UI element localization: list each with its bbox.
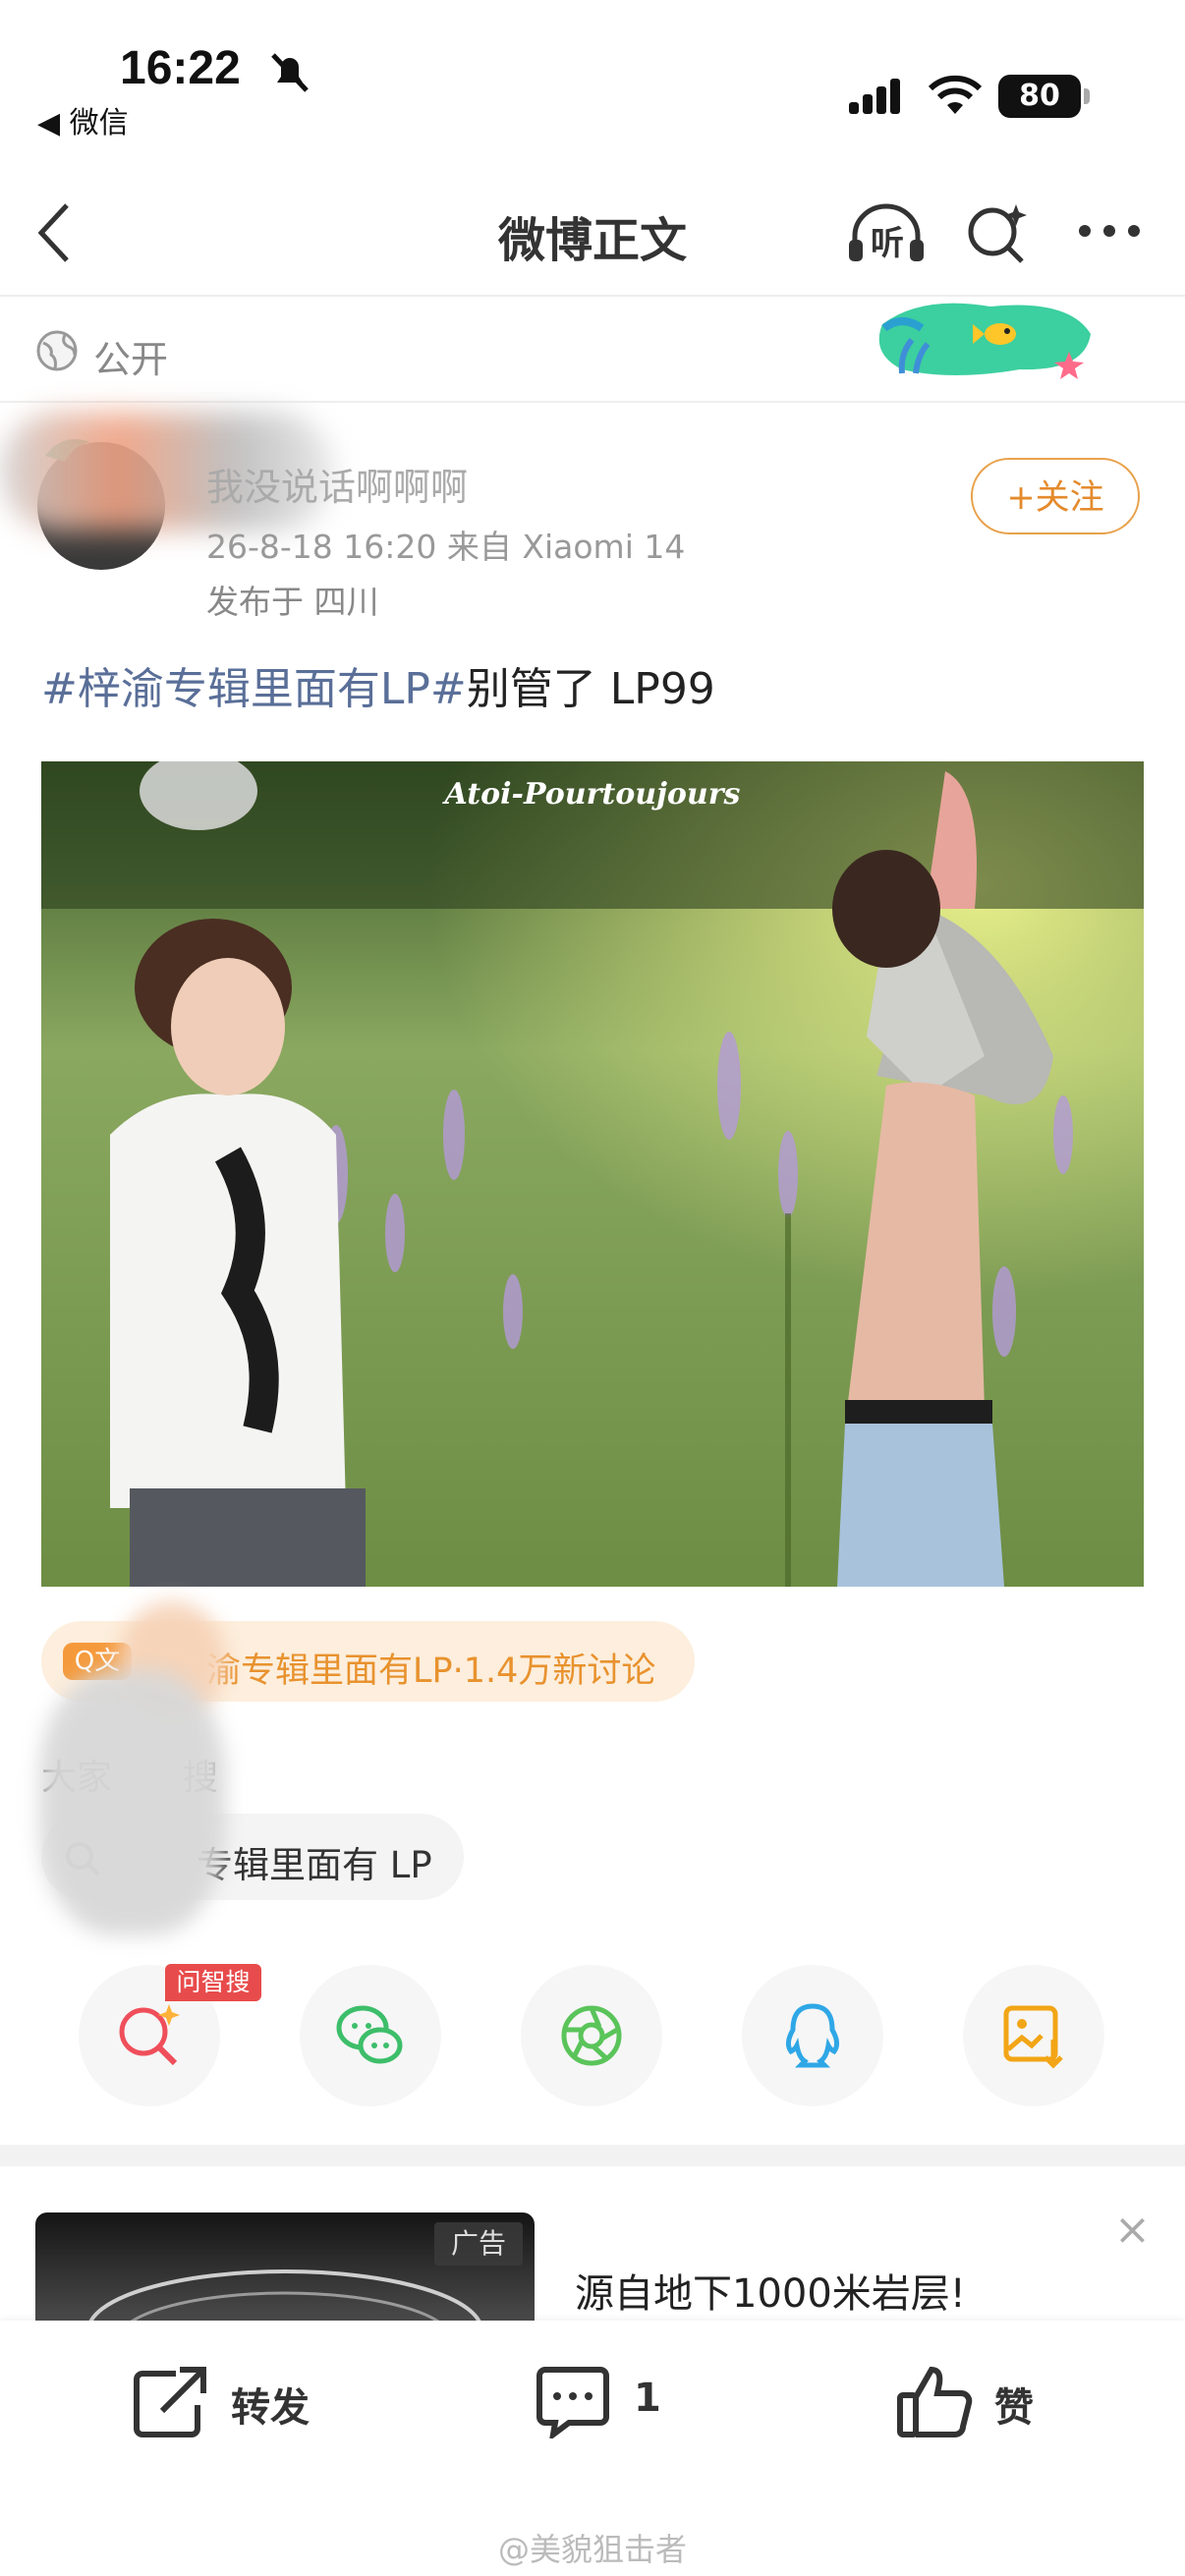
repost-label: 转发 xyxy=(231,2385,310,2431)
qq-icon xyxy=(785,2003,840,2068)
thumbs-up-icon xyxy=(897,2366,973,2437)
footer-watermark: @美貌狙击者 xyxy=(497,2531,687,2568)
post-photo xyxy=(41,761,1144,1587)
listen-button[interactable]: 听 xyxy=(847,202,926,265)
ad-badge: 广告 xyxy=(434,2222,523,2266)
image-watermark: Atoi-Pourtoujours xyxy=(444,777,741,812)
repost-button[interactable]: 转发 xyxy=(133,2358,329,2446)
ai-search-icon[interactable] xyxy=(965,200,1030,265)
username[interactable]: 我没说话啊啊啊 xyxy=(206,457,468,511)
status-time: 16:22 xyxy=(120,42,241,94)
signal-icon xyxy=(849,79,900,114)
listen-label: 听 xyxy=(871,224,904,263)
ai-search-share-icon xyxy=(119,2004,180,2066)
repost-icon xyxy=(134,2367,206,2437)
share-qq[interactable] xyxy=(742,1965,883,2106)
post-body: 别管了 LP99 xyxy=(466,664,715,714)
moments-icon xyxy=(561,2005,622,2066)
more-icon[interactable] xyxy=(1077,220,1142,242)
topic-text[interactable]: 渝专辑里面有LP·1.4万新讨论 xyxy=(206,1643,655,1693)
comment-count: 1 xyxy=(634,2376,661,2421)
battery-indicator: 80 xyxy=(998,75,1090,118)
like-label: 赞 xyxy=(994,2385,1034,2431)
follow-button[interactable]: +关注 xyxy=(971,458,1140,534)
save-image-icon xyxy=(1003,2005,1063,2069)
post-meta: 26-8-18 16:20 来自 Xiaomi 14 xyxy=(206,528,686,566)
post-location: 发布于 四川 xyxy=(206,583,379,621)
mosaic-patch xyxy=(39,1670,226,1935)
comment-icon xyxy=(536,2367,609,2438)
comment-button[interactable]: 1 xyxy=(536,2358,673,2446)
suggested-search-text[interactable]: 专辑里面有 LP xyxy=(197,1835,432,1888)
visibility-divider xyxy=(0,401,1185,403)
wechat-icon xyxy=(336,2005,403,2064)
post-image[interactable]: Atoi-Pourtoujours xyxy=(41,761,1144,1587)
ad-headline[interactable]: 源自地下1000米岩层! xyxy=(575,2262,966,2319)
visibility-label: 公开 xyxy=(93,338,169,381)
section-separator xyxy=(0,2145,1185,2166)
globe-icon xyxy=(36,330,78,371)
ask-search-badge: 问智搜 xyxy=(165,1964,261,2001)
post-text: #梓渝专辑里面有LP#别管了 LP99 xyxy=(41,653,715,716)
back-to-wechat[interactable]: ◀ 微信 xyxy=(37,98,129,141)
bell-muted-icon xyxy=(271,53,309,92)
share-wechat[interactable] xyxy=(300,1965,441,2106)
like-button[interactable]: 赞 xyxy=(896,2358,1053,2446)
save-image[interactable] xyxy=(963,1965,1104,2106)
wifi-icon xyxy=(928,75,983,114)
ad-close-button[interactable]: × xyxy=(1114,2205,1151,2255)
aquarium-decoration-icon xyxy=(878,303,1091,379)
hashtag-link[interactable]: #梓渝专辑里面有LP# xyxy=(41,664,467,714)
share-moments[interactable] xyxy=(521,1965,662,2106)
